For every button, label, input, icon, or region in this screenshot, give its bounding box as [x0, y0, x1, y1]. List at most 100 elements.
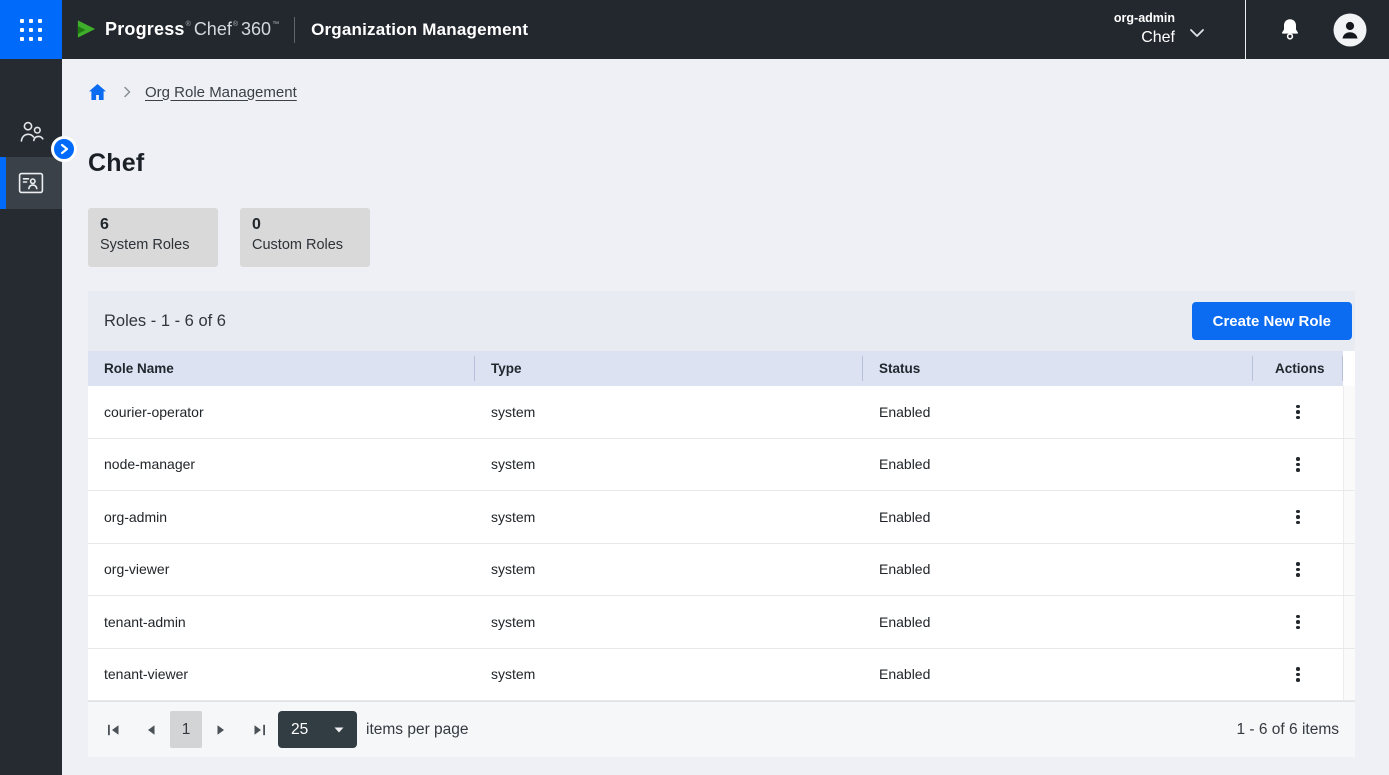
- bell-icon: [1278, 17, 1302, 43]
- chevron-right-icon: [123, 86, 131, 98]
- first-page-button[interactable]: [94, 712, 132, 748]
- next-page-icon: [216, 724, 226, 736]
- cell-type: system: [475, 386, 863, 438]
- last-page-button[interactable]: [240, 712, 278, 748]
- previous-page-icon: [146, 724, 156, 736]
- scrollbar-spacer: [1343, 649, 1355, 701]
- user-role-label: org-admin: [1114, 11, 1175, 27]
- sidebar-nav: [0, 59, 62, 775]
- cell-status: Enabled: [863, 596, 1253, 648]
- row-actions-button[interactable]: [1286, 556, 1310, 583]
- cell-type: system: [475, 544, 863, 596]
- custom-roles-count: 0: [252, 216, 358, 234]
- screen: Progress®Chef®360™ Organization Manageme…: [0, 0, 1389, 775]
- pagination-bar: 1 25 items: [88, 701, 1355, 757]
- grid-title: Roles - 1 - 6 of 6: [104, 312, 226, 331]
- cell-status: Enabled: [863, 544, 1253, 596]
- header-divider: [294, 17, 295, 43]
- grid-toolbar: Roles - 1 - 6 of 6 Create New Role: [88, 291, 1355, 351]
- row-actions-button[interactable]: [1286, 399, 1310, 426]
- column-header-type: Type: [475, 351, 863, 386]
- breadcrumb-link-org-role-management[interactable]: Org Role Management: [145, 84, 297, 101]
- app-title: Organization Management: [311, 20, 528, 40]
- sidebar-item-org-roles[interactable]: [0, 157, 62, 209]
- progress-logo-icon: [75, 18, 98, 41]
- row-actions-button[interactable]: [1286, 451, 1310, 478]
- row-actions-button[interactable]: [1286, 609, 1310, 636]
- cell-status: Enabled: [863, 386, 1253, 438]
- items-per-page-label: items per page: [366, 721, 469, 739]
- scrollbar-spacer: [1343, 491, 1355, 543]
- cell-status: Enabled: [863, 439, 1253, 491]
- account-button[interactable]: [1333, 13, 1367, 47]
- custom-roles-label: Custom Roles: [252, 237, 358, 253]
- cell-type: system: [475, 491, 863, 543]
- kebab-icon: [1296, 405, 1300, 409]
- top-header: Progress®Chef®360™ Organization Manageme…: [62, 0, 1389, 59]
- pagination-summary: 1 - 6 of 6 items: [1236, 721, 1339, 739]
- system-roles-card: 6 System Roles: [88, 208, 218, 267]
- column-header-role-name: Role Name: [88, 351, 475, 386]
- user-menu[interactable]: org-admin Chef: [1114, 11, 1175, 49]
- table-header-row: Role Name Type Status Actions: [88, 351, 1355, 386]
- breadcrumb-separator: [123, 86, 131, 98]
- last-page-icon: [253, 724, 266, 736]
- cell-type: system: [475, 649, 863, 701]
- row-actions-button[interactable]: [1286, 661, 1310, 688]
- previous-page-button[interactable]: [132, 712, 170, 748]
- caret-down-icon: [334, 727, 344, 733]
- kebab-icon: [1296, 457, 1300, 461]
- page-size-dropdown[interactable]: 25: [278, 711, 357, 748]
- scrollbar-spacer: [1343, 439, 1355, 491]
- id-card-icon: [18, 172, 44, 194]
- system-roles-label: System Roles: [100, 237, 206, 253]
- main-content: Org Role Management Chef 6 System Roles …: [62, 59, 1389, 775]
- header-section-divider: [1245, 0, 1246, 59]
- sidebar-expand-button[interactable]: [51, 136, 77, 162]
- app-launcher-button[interactable]: [0, 0, 62, 59]
- scrollbar-spacer: [1343, 386, 1355, 438]
- custom-roles-card: 0 Custom Roles: [240, 208, 370, 267]
- brand-logo[interactable]: Progress®Chef®360™: [75, 18, 280, 41]
- trademark-symbol: ®: [233, 21, 238, 28]
- kebab-icon: [1296, 615, 1300, 619]
- create-new-role-button[interactable]: Create New Role: [1192, 302, 1352, 340]
- cell-status: Enabled: [863, 649, 1253, 701]
- cell-type: system: [475, 439, 863, 491]
- chevron-right-icon: [58, 143, 70, 155]
- kebab-icon: [1296, 667, 1300, 671]
- cell-role-name: org-viewer: [88, 544, 475, 596]
- user-org-label: Chef: [1114, 28, 1175, 48]
- table-row: org-admin system Enabled: [88, 491, 1355, 544]
- roles-grid-panel: Roles - 1 - 6 of 6 Create New Role Role …: [88, 291, 1355, 757]
- scrollbar-spacer: [1343, 351, 1355, 386]
- notifications-button[interactable]: [1278, 17, 1302, 43]
- kebab-icon: [1296, 562, 1300, 566]
- kebab-icon: [1296, 510, 1300, 514]
- avatar-icon: [1333, 13, 1367, 47]
- cell-role-name: node-manager: [88, 439, 475, 491]
- stats-cards: 6 System Roles 0 Custom Roles: [88, 208, 1355, 267]
- first-page-icon: [107, 724, 120, 736]
- cell-role-name: org-admin: [88, 491, 475, 543]
- table-row: tenant-viewer system Enabled: [88, 649, 1355, 702]
- chevron-down-icon[interactable]: [1189, 28, 1205, 38]
- cell-role-name: courier-operator: [88, 386, 475, 438]
- trademark-symbol: ®: [186, 21, 191, 28]
- breadcrumb: Org Role Management: [88, 81, 1355, 103]
- trademark-symbol: ™: [272, 21, 279, 28]
- breadcrumb-home-button[interactable]: [88, 83, 107, 101]
- column-header-actions: Actions: [1253, 351, 1343, 386]
- scrollbar-spacer: [1343, 596, 1355, 648]
- table-row: tenant-admin system Enabled: [88, 596, 1355, 649]
- cell-status: Enabled: [863, 491, 1253, 543]
- brand-chef-text: Chef: [194, 19, 232, 40]
- brand-progress-text: Progress: [105, 19, 185, 40]
- column-header-status: Status: [863, 351, 1253, 386]
- cell-type: system: [475, 596, 863, 648]
- next-page-button[interactable]: [202, 712, 240, 748]
- table-row: org-viewer system Enabled: [88, 544, 1355, 597]
- current-page-button[interactable]: 1: [170, 711, 202, 748]
- row-actions-button[interactable]: [1286, 504, 1310, 531]
- cell-role-name: tenant-admin: [88, 596, 475, 648]
